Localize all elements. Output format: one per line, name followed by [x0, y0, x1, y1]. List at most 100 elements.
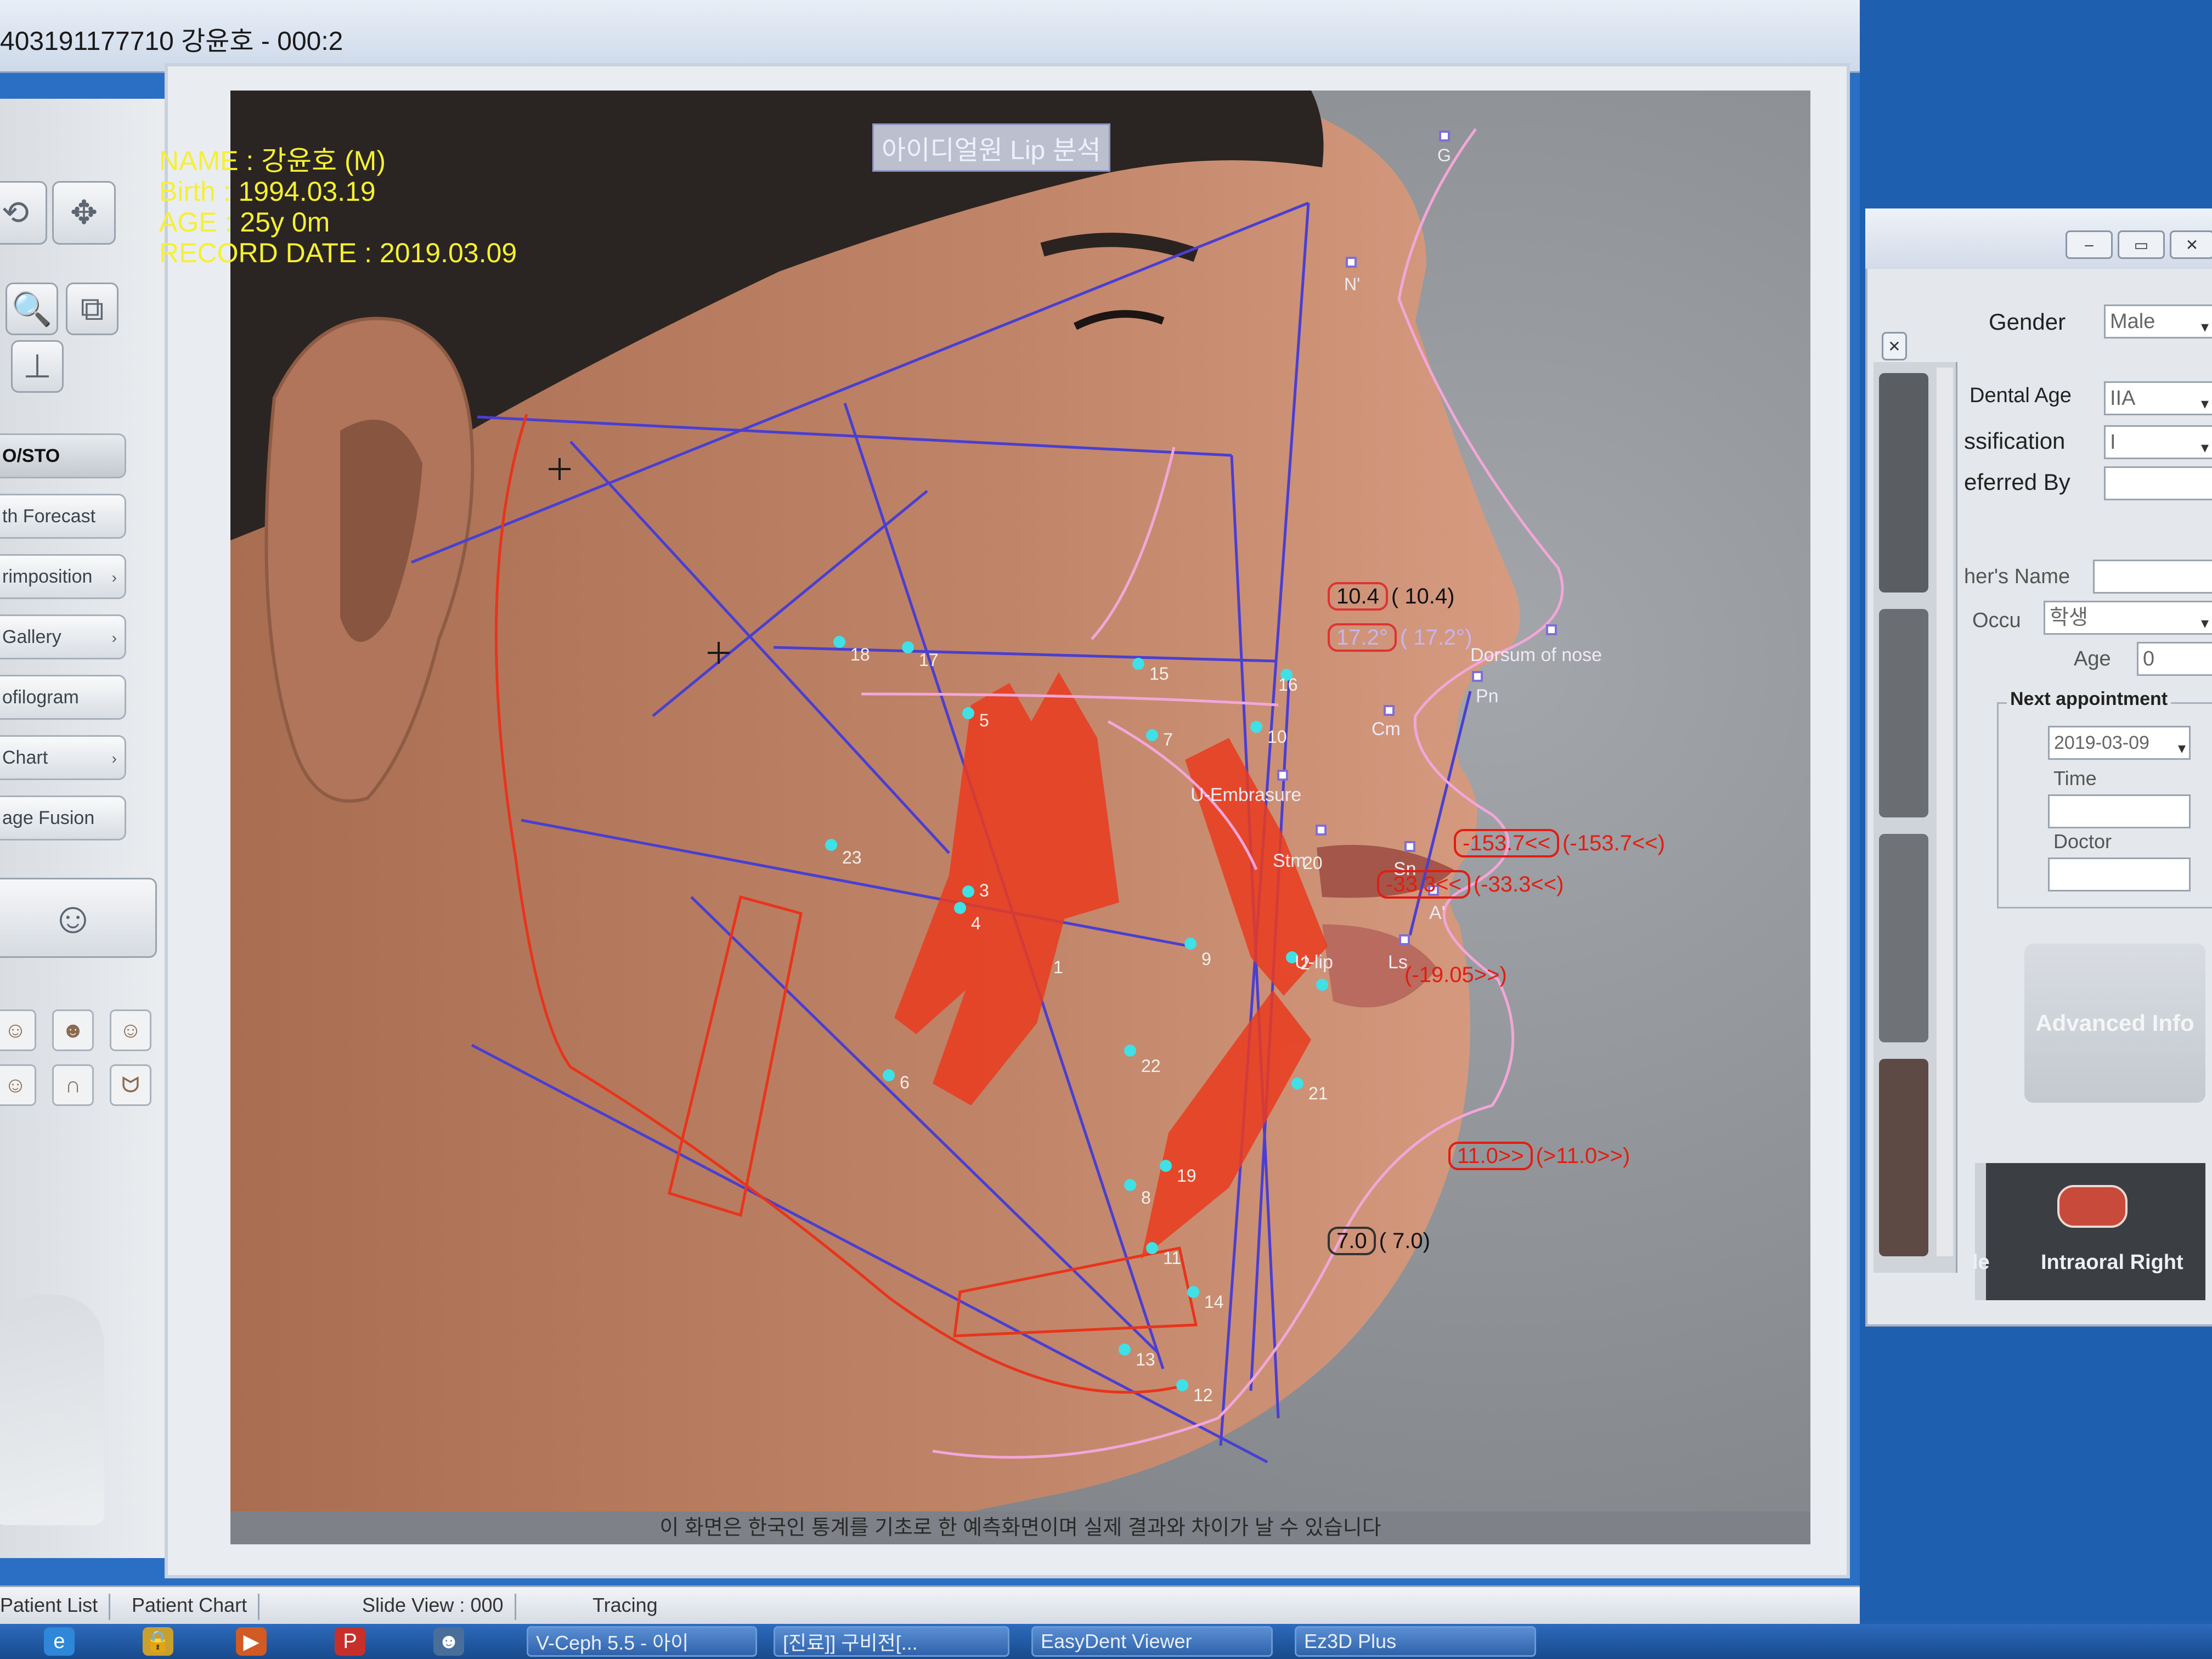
dental-age-value: IIA: [2110, 387, 2136, 410]
landmark-label-n-soft: N': [1344, 274, 1361, 294]
age-label: Age: [2074, 647, 2111, 670]
point-number-label: 13: [1136, 1350, 1155, 1369]
status-patient-chart-label: Patient Chart: [132, 1594, 247, 1616]
occupation-select[interactable]: 학생 ▾: [2044, 601, 2212, 635]
age-field[interactable]: 0: [2137, 642, 2212, 676]
face-profile-icon[interactable]: ☺: [0, 878, 157, 958]
taskbar-item-pdf[interactable]: [진료]] 구비전[...: [774, 1626, 1009, 1657]
menu-osto[interactable]: O/STO: [0, 433, 126, 478]
close-icon[interactable]: ✕: [2170, 230, 2212, 259]
minimize-icon[interactable]: –: [2066, 230, 2113, 259]
menu-superimposition-label: rimposition: [2, 566, 93, 587]
point-number-label: 4: [971, 913, 981, 933]
referred-by-field[interactable]: [2104, 466, 2212, 500]
menu-gallery[interactable]: Gallery ›: [0, 614, 126, 659]
point-number-label: 10: [1267, 727, 1287, 747]
smile-face-icon[interactable]: ☺: [0, 1064, 36, 1106]
gender-select[interactable]: Male ▾: [2104, 304, 2212, 338]
point-number-label: 18: [850, 645, 870, 664]
thumbnail-image[interactable]: [1879, 834, 1928, 1042]
measurement-7: 7.0( 7.0): [1328, 1227, 1430, 1255]
taskbar-item-vceph[interactable]: V-Ceph 5.5 - 아이: [527, 1626, 757, 1657]
blue-reference-lines: [411, 201, 1472, 1464]
measurement-2: 17.2°( 17.2°): [1328, 623, 1472, 652]
menu-profilogram-label: ofilogram: [2, 686, 79, 708]
maximize-icon[interactable]: ▭: [2118, 230, 2165, 259]
media-player-icon[interactable]: ▶: [236, 1627, 267, 1656]
status-slide-view-label: Slide View : 000: [362, 1594, 504, 1616]
point-number-label: 5: [979, 710, 989, 730]
intraoral-right-tile[interactable]: Intraoral Right: [1975, 1163, 2205, 1300]
lock-icon[interactable]: 🔒: [143, 1627, 173, 1656]
landmark-label-stm: Stm: [1273, 850, 1306, 871]
next-appointment-date[interactable]: 2019-03-09 ▾: [2048, 726, 2191, 760]
status-patient-chart[interactable]: Patient Chart: [132, 1594, 260, 1620]
menu-chart[interactable]: Chart ›: [0, 735, 126, 780]
teacher-name-field[interactable]: [2093, 560, 2212, 594]
menu-profilogram[interactable]: ofilogram: [0, 675, 126, 720]
chevron-down-icon: ▾: [2200, 614, 2209, 631]
title-bar: 403191177710 강윤호 - 000:2: [0, 0, 1860, 73]
dialog-title-bar: – ▭ ✕: [1865, 208, 2212, 269]
taskbar-item-easydent[interactable]: EasyDent Viewer: [1031, 1626, 1273, 1657]
measurement-5: (-19.05>>): [1404, 963, 1507, 988]
analysis-title-badge: 아이디얼원 Lip 분석: [872, 123, 1110, 172]
side-face-icon[interactable]: ☻: [52, 1009, 94, 1051]
status-tracing[interactable]: Tracing: [592, 1594, 669, 1620]
point-number-label: 16: [1278, 675, 1298, 695]
thumbnail-image[interactable]: [1879, 373, 1928, 592]
oblique-face-icon[interactable]: ☺: [110, 1009, 151, 1051]
referred-by-label: eferred By: [1964, 469, 2070, 495]
patient-info-block: NAME : 강윤호 (M) Birth : 1994.03.19 AGE : …: [159, 145, 517, 268]
point-number-label: 19: [1177, 1166, 1197, 1186]
sub-panel-close-icon[interactable]: ✕: [1882, 332, 1907, 360]
menu-superimposition[interactable]: rimposition ›: [0, 554, 126, 599]
zoom-tool-icon[interactable]: 🔍: [5, 283, 58, 335]
taskbar-item-ez3d[interactable]: Ez3D Plus: [1295, 1626, 1536, 1657]
powerpoint-icon[interactable]: P: [335, 1627, 365, 1656]
doctor-field[interactable]: [2048, 857, 2191, 891]
rotate-tool-icon[interactable]: ⟲: [0, 181, 47, 245]
menu-image-fusion[interactable]: age Fusion: [0, 795, 126, 840]
dental-age-select[interactable]: IIA ▾: [2104, 381, 2212, 415]
status-patient-list[interactable]: Patient List: [0, 1594, 111, 1620]
chevron-down-icon: ▾: [2200, 318, 2209, 335]
patient-birth-line: Birth : 1994.03.19: [159, 176, 376, 207]
occupation-value: 학생: [2050, 606, 2088, 629]
landmark-label-g: G: [1437, 145, 1451, 165]
classification-select[interactable]: I ▾: [2104, 425, 2212, 459]
thumbnail-image[interactable]: [1879, 1059, 1928, 1256]
messenger-icon[interactable]: ☻: [433, 1627, 464, 1656]
thumbnail-image[interactable]: [1879, 609, 1928, 817]
axis-tool-icon[interactable]: ⊥: [11, 340, 64, 393]
teeth-icon[interactable]: ᗢ: [110, 1064, 151, 1106]
classification-label: ssification: [1964, 428, 2066, 454]
point-number-label: 11: [1163, 1248, 1182, 1268]
point-number-label: 9: [1201, 949, 1211, 969]
advanced-info-label: Advanced Info: [2035, 1010, 2194, 1036]
fit-view-icon[interactable]: ⧉: [66, 283, 119, 335]
menu-growth-forecast[interactable]: th Forecast: [0, 494, 126, 539]
chevron-right-icon: ›: [111, 750, 117, 767]
arch-icon[interactable]: ∩: [52, 1064, 94, 1106]
landmark-label-pn: Pn: [1476, 686, 1499, 707]
landmark-label-u-lip: U-lip: [1295, 952, 1333, 973]
advanced-info-button[interactable]: Advanced Info: [2024, 944, 2205, 1103]
next-appointment-group: Next appointment 2019-03-09 ▾ Time Doctor: [1997, 689, 2212, 909]
measurement-3: -153.7<< (-153.7<<): [1454, 829, 1665, 857]
status-slide-view[interactable]: Slide View : 000: [362, 1594, 516, 1620]
move-tool-icon[interactable]: ✥: [52, 181, 116, 245]
time-field[interactable]: [2048, 794, 2191, 828]
front-face-icon[interactable]: ☺: [0, 1009, 36, 1051]
age-value: 0: [2143, 647, 2155, 670]
gender-value: Male: [2110, 310, 2155, 333]
occupation-label: Occu: [1972, 609, 2021, 632]
taskbar-item-vceph-label: V-Ceph 5.5 - 아이: [536, 1632, 689, 1654]
point-number-label: 6: [900, 1073, 910, 1092]
next-appointment-label: Next appointment: [2007, 689, 2171, 710]
dental-age-label: Dental Age: [1970, 384, 2072, 407]
thumbnail-scrollbar[interactable]: [1937, 368, 1953, 1256]
point-number-label: 14: [1204, 1292, 1224, 1312]
gender-label: Gender: [1989, 309, 2066, 335]
browser-icon[interactable]: e: [44, 1627, 75, 1656]
